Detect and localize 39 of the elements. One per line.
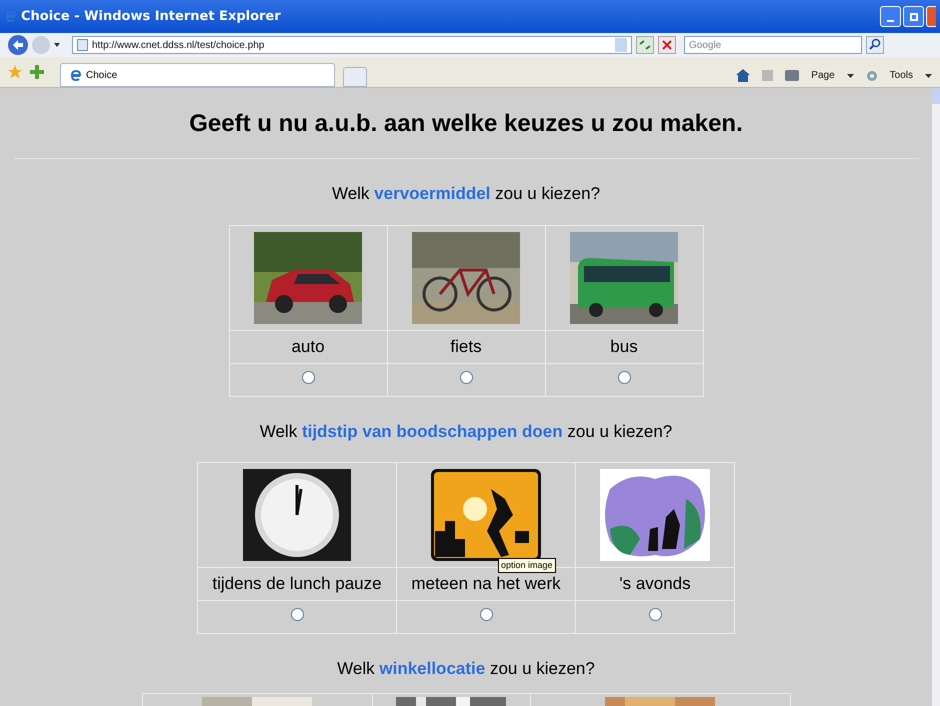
restore-button[interactable] (903, 6, 924, 27)
option-label: tijdens de lunch pauze (212, 574, 382, 593)
history-dropdown-icon[interactable] (54, 43, 60, 47)
option-label: auto (291, 336, 325, 356)
tooltip: option image (498, 558, 556, 573)
option-label: 's avonds (619, 574, 691, 593)
add-favorite-icon[interactable] (30, 65, 44, 79)
question-text: Welk vervoermiddel zou u kiezen? (332, 183, 600, 205)
option-label: bus (610, 336, 638, 356)
home-icon[interactable] (736, 69, 750, 82)
page-menu[interactable]: Page (811, 68, 835, 83)
favorites-star-icon[interactable] (8, 65, 22, 79)
question-text: Welk winkellocatie zou u kiezen? (337, 658, 595, 680)
option-label: meteen na het werk (411, 574, 561, 593)
window-title: Choice - Windows Internet Explorer (21, 8, 281, 26)
option-label: fiets (450, 336, 482, 356)
radio-button[interactable] (302, 370, 314, 384)
radio-button[interactable] (618, 370, 630, 384)
caret-icon[interactable] (846, 74, 854, 78)
search-icon[interactable] (866, 36, 884, 54)
page-icon (77, 39, 88, 51)
radio-button[interactable] (480, 608, 492, 621)
question-text: Welk tijdstip van boodschappen doen zou u kiezen? (260, 420, 672, 442)
tools-menu[interactable]: Tools (890, 68, 913, 83)
stop-button[interactable] (658, 36, 676, 54)
minimize-button[interactable] (880, 6, 901, 27)
back-button[interactable] (8, 35, 28, 55)
radio-button[interactable] (460, 370, 472, 384)
caret-icon[interactable] (925, 74, 932, 78)
gear-icon[interactable] (866, 70, 878, 82)
page-heading: Geeft u nu a.u.b. aan welke keuzes u zou maken. (189, 109, 743, 139)
address-field[interactable]: http://www.cnet.ddss.nl/test/choice.php (72, 36, 632, 54)
radio-button[interactable] (648, 608, 662, 621)
search-field[interactable]: Google (684, 36, 862, 54)
browser-tab[interactable]: Choice (60, 63, 335, 87)
page-tab-icon (69, 68, 82, 82)
radio-button[interactable] (290, 608, 304, 621)
close-button[interactable] (926, 6, 936, 27)
refresh-button[interactable] (636, 36, 654, 54)
